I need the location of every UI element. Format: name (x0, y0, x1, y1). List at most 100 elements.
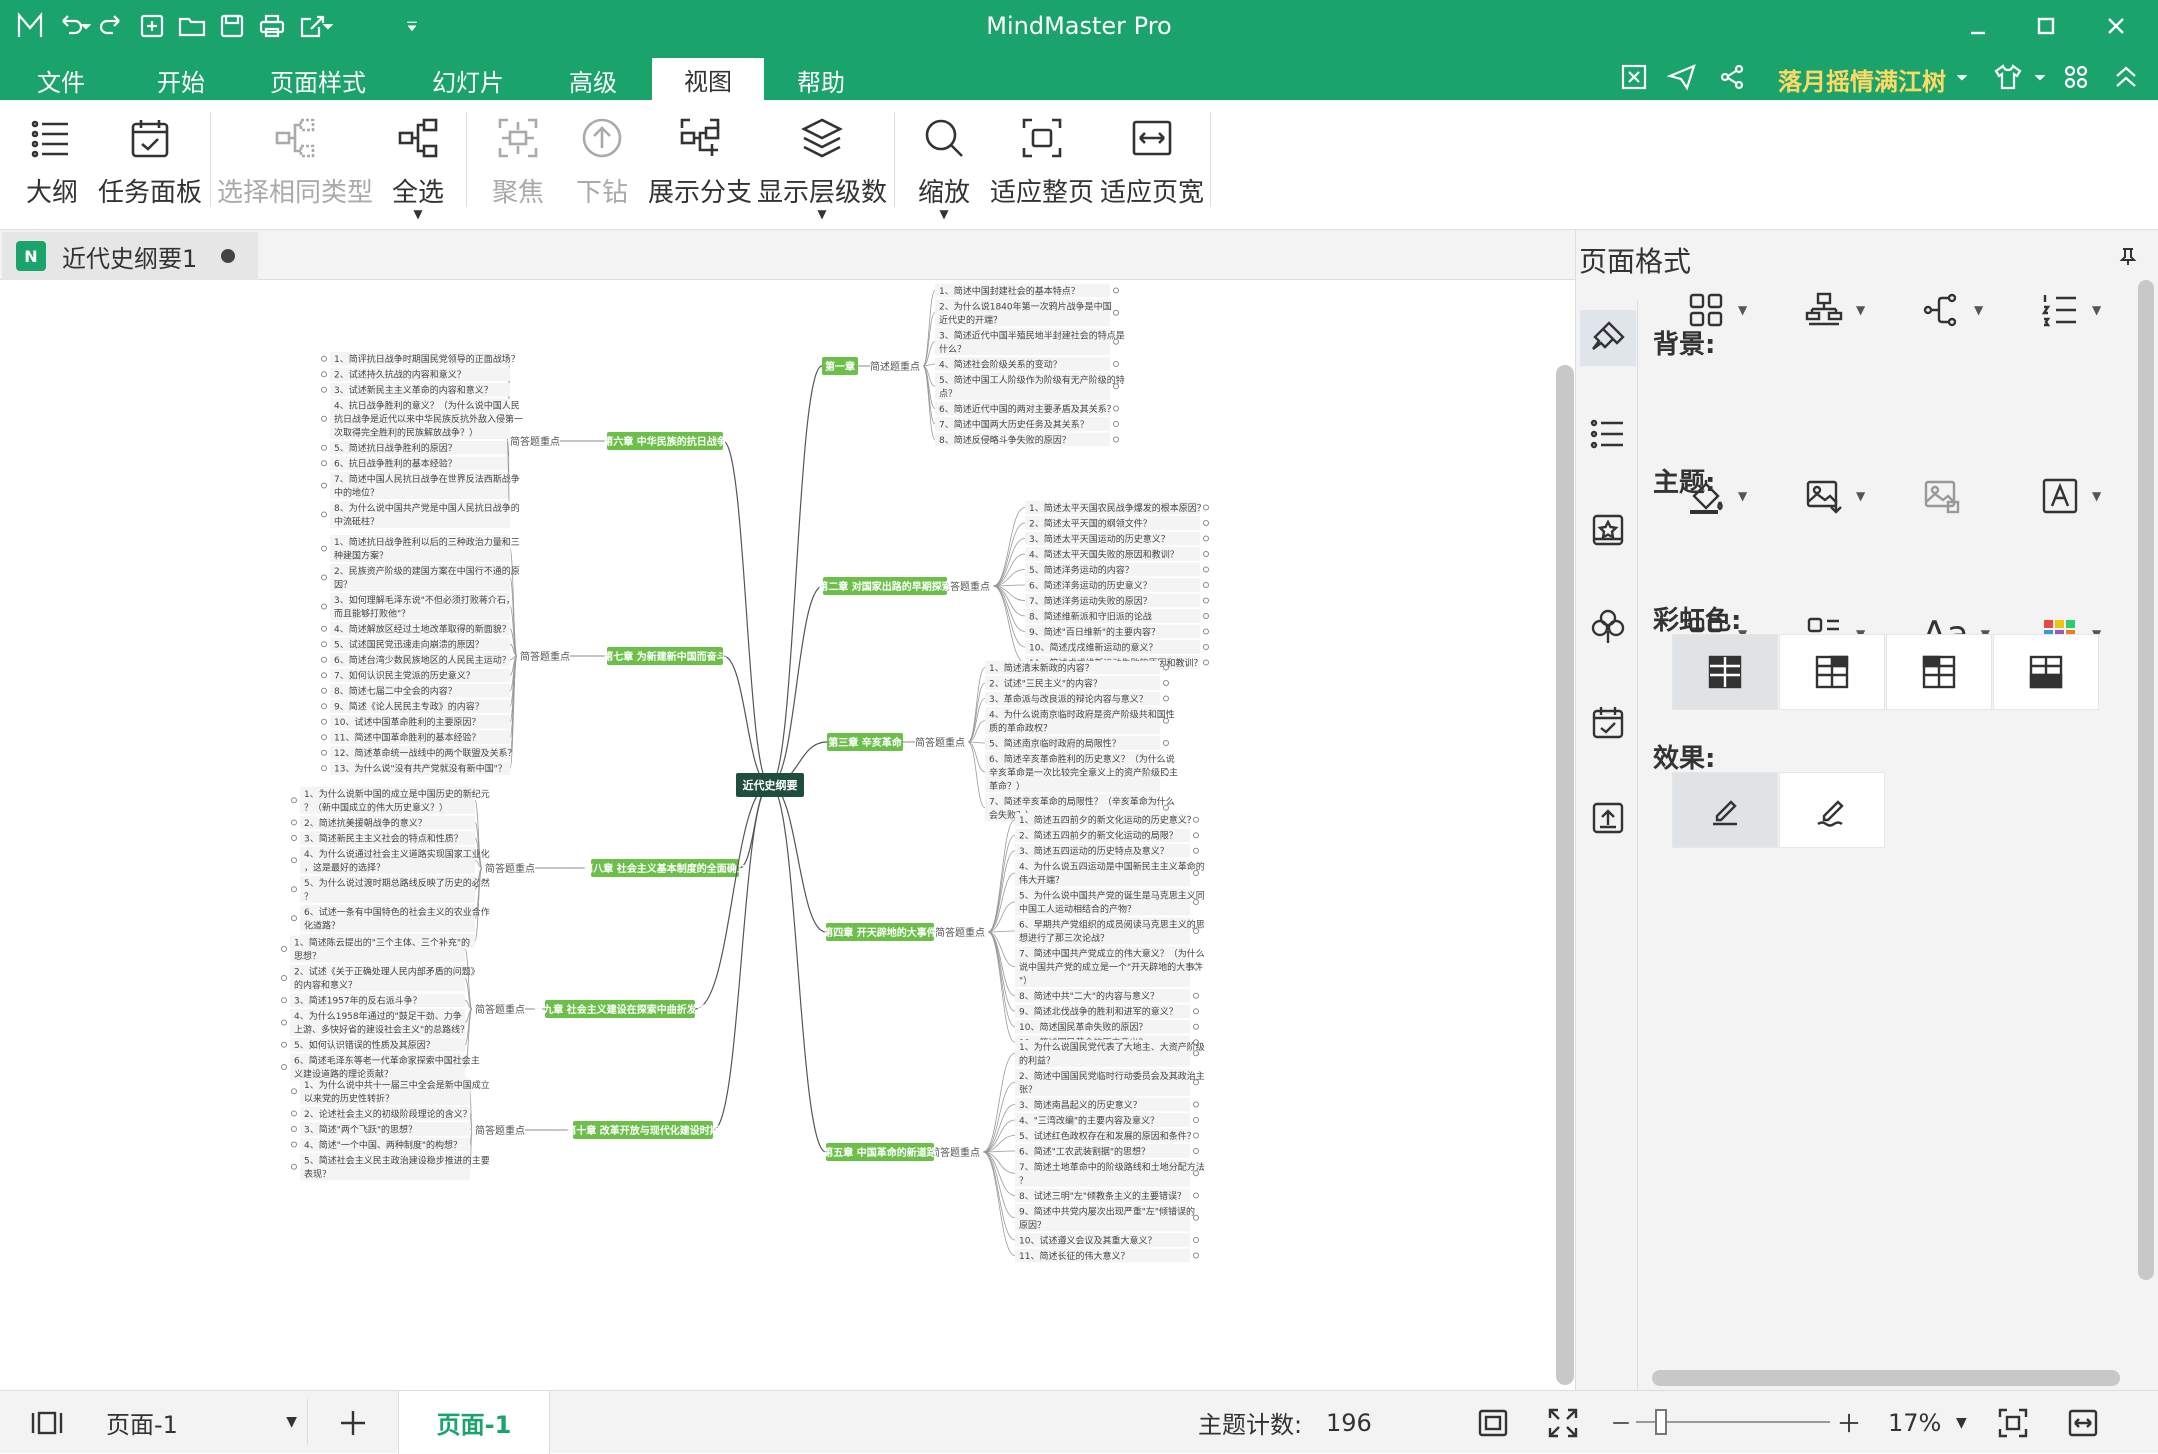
expand-handle-icon[interactable] (281, 1019, 287, 1026)
user-name[interactable]: 落月摇情满江树 (1778, 62, 1946, 97)
branch-topic[interactable]: 第七章 为新建新中国而奋斗 (603, 650, 726, 663)
leaf-topic[interactable]: 4、简述社会阶级关系的变动？ (939, 358, 1062, 370)
leaf-topic[interactable]: 5、简述抗日战争胜利的原因？ (334, 442, 457, 454)
sub-topic[interactable]: 简答题重点 (475, 1124, 525, 1137)
expand-handle-icon[interactable] (1193, 832, 1199, 839)
expand-handle-icon[interactable] (1203, 504, 1209, 511)
leaf-topic[interactable]: 6、简述毛泽东等老一代革命家探索中国社会主 (294, 1055, 480, 1067)
leaf-topic[interactable]: 6、抗日战争胜利的基本经验？ (334, 458, 457, 470)
leaf-topic[interactable]: 5、为什么说中国共产党的诞生是马克思主义同 (1019, 890, 1205, 902)
expand-handle-icon[interactable] (291, 915, 297, 922)
watermark-button[interactable]: ▼ (2040, 466, 2120, 526)
leaf-topic[interactable]: 的利益？ (1019, 1054, 1055, 1066)
leaf-topic[interactable]: 5、为什么说过渡时期总路线反映了历史的必然 (304, 877, 490, 889)
zoom-slider-thumb[interactable] (1655, 1409, 1667, 1435)
leaf-topic[interactable]: 6、简述"工农武装割据"的思想？ (1019, 1145, 1150, 1157)
redo-icon[interactable] (94, 8, 130, 44)
leaf-topic[interactable]: 6、简述洋务运动的历史意义？ (1029, 579, 1152, 591)
leaf-topic[interactable]: 中流砥柱？ (334, 516, 379, 528)
expand-handle-icon[interactable] (321, 355, 327, 362)
leaf-topic[interactable]: 1、简述中国封建社会的基本特点？ (939, 285, 1080, 297)
leaf-topic[interactable]: 3、简述南昌起义的历史意义？ (1019, 1099, 1142, 1111)
leaf-topic[interactable]: 革命？） (989, 780, 1025, 792)
fit-page-status-button[interactable] (1476, 1391, 1510, 1454)
close-button[interactable] (2086, 6, 2146, 46)
leaf-topic[interactable]: 原因？ (1019, 1220, 1046, 1231)
expand-handle-icon[interactable] (321, 482, 327, 489)
export-tab[interactable] (1580, 790, 1636, 846)
undo-dropdown-icon[interactable] (76, 8, 96, 44)
outline-button[interactable]: 大纲 (18, 110, 86, 220)
task-tab[interactable] (1580, 694, 1636, 750)
mindmap[interactable]: 1、简评抗日战争时期国民党领导的正面战场？ 2、试述持久抗战的内容和意义？ 3、试述… (0, 280, 1555, 1390)
menu-file[interactable]: 文件 (20, 60, 102, 100)
leaf-topic[interactable]: 2、简述五四前夕的新文化运动的局限？ (1019, 830, 1178, 842)
leaf-topic[interactable]: 11、简述长征的伟大意义？ (1019, 1250, 1129, 1262)
icons-tab[interactable] (1580, 502, 1636, 558)
leaf-topic[interactable]: 9、简述中共党内屡次出现严重"左"倾错误的 (1019, 1205, 1195, 1217)
leaf-topic[interactable]: 5、简述洋务运动的内容？ (1029, 564, 1134, 576)
expand-handle-icon[interactable] (281, 975, 287, 981)
leaf-topic[interactable]: 张？ (1019, 1084, 1037, 1095)
menu-advanced[interactable]: 高级 (552, 60, 634, 100)
unsaved-indicator-icon[interactable] (221, 249, 236, 263)
zoom-value[interactable]: 17% (1888, 1391, 1941, 1454)
zoom-in-button[interactable] (1836, 1391, 1862, 1454)
leaf-topic[interactable]: ，这是最好的选择？ (304, 861, 385, 873)
effect-option-1[interactable] (1672, 772, 1778, 848)
expand-handle-icon[interactable] (1113, 405, 1119, 412)
branch-topic[interactable]: 第三章 辛亥革命 (828, 736, 902, 749)
expand-handle-icon[interactable] (1113, 309, 1119, 316)
expand-handle-icon[interactable] (321, 460, 327, 467)
leaf-topic[interactable]: 1、为什么说国民党代表了大地主、大资产阶级 (1019, 1041, 1205, 1053)
expand-handle-icon[interactable] (1113, 361, 1119, 367)
leaf-topic[interactable]: ？（新中国成立的伟大历史意义？） (304, 801, 448, 813)
fit-screen-button[interactable] (1996, 1391, 2030, 1454)
leaf-topic[interactable]: 2、民族资产阶级的建国方案在中国行不通的原 (334, 565, 520, 577)
expand-handle-icon[interactable] (1203, 628, 1209, 635)
leaf-topic[interactable]: 1、简述陈云提出的"三个主体、三个补充"的 (294, 937, 470, 949)
expand-handle-icon[interactable] (1193, 992, 1199, 999)
leaf-topic[interactable]: 8、简述七届二中全会的内容？ (334, 685, 457, 697)
expand-handle-icon[interactable] (291, 857, 297, 864)
connector-button[interactable]: ▼ (1922, 280, 2002, 340)
expand-handle-icon[interactable] (281, 997, 287, 1004)
branch-topic[interactable]: 第六章 中华民族的抗日战争 (603, 435, 726, 448)
leaf-topic[interactable]: 3、简述1957年的反右派斗争？ (294, 995, 422, 1007)
expand-handle-icon[interactable] (1193, 1079, 1199, 1086)
expand-handle-icon[interactable] (1203, 644, 1209, 650)
leaf-topic[interactable]: 而且能够打败他"？ (334, 608, 410, 620)
expand-handle-icon[interactable] (321, 625, 327, 632)
leaf-topic[interactable]: 6、简述台湾少数民族地区的人民民主运动？ (334, 654, 511, 666)
leaf-topic[interactable]: 8、简述维新派和守旧派的论战 (1029, 610, 1152, 622)
open-icon[interactable] (174, 8, 210, 44)
expand-handle-icon[interactable] (291, 1163, 297, 1170)
sub-topic[interactable]: 简答题重点 (510, 435, 560, 448)
expand-handle-icon[interactable] (321, 545, 327, 552)
leaf-topic[interactable]: 3、简述五四运动的历史特点及意义？ (1019, 845, 1169, 857)
page-select[interactable]: 页面-1 ▼ (96, 1399, 308, 1445)
leaf-topic[interactable]: 4、简述"一个中国、两种制度"的构想？ (304, 1139, 462, 1151)
leaf-topic[interactable]: 表现？ (304, 1168, 331, 1180)
expand-handle-icon[interactable] (1193, 963, 1199, 970)
leaf-topic[interactable]: 8、试述三明"左"倾教条主义的主要错误？ (1019, 1190, 1186, 1202)
leaf-topic[interactable]: 辛亥革命是一次比较完全意义上的资产阶级民主 (989, 766, 1178, 778)
panel-vertical-scrollbar[interactable] (2138, 280, 2154, 1280)
expand-handle-icon[interactable] (281, 1041, 287, 1048)
canvas-vertical-scrollbar[interactable] (1556, 365, 1574, 1385)
expand-handle-icon[interactable] (321, 371, 327, 378)
leaf-topic[interactable]: 2、试述《关于正确处理人民内部矛盾的问题》 (294, 966, 480, 978)
branch-topic[interactable]: 第二章 对国家出路的早期探索 (818, 580, 951, 593)
leaf-topic[interactable]: 9、简述"百日维新"的主要内容？ (1029, 626, 1160, 638)
expand-handle-icon[interactable] (1163, 769, 1169, 775)
expand-handle-icon[interactable] (1193, 870, 1199, 876)
leaf-topic[interactable]: 1、简述清末新政的内容？ (989, 662, 1094, 674)
leaf-topic[interactable]: "） (1019, 976, 1032, 987)
task-panel-button[interactable]: 任务面板 (96, 110, 204, 220)
clear-background-button[interactable] (1922, 466, 2002, 526)
leaf-topic[interactable]: 5、简述社会主义民主政治建设稳步推进的主要 (304, 1154, 490, 1166)
leaf-topic[interactable]: 8、简述中共"二大"的内容与意义？ (1019, 990, 1159, 1002)
leaf-topic[interactable]: 7、简述中国共产党成立的伟大意义？（为什么 (1019, 948, 1205, 960)
add-page-button[interactable] (336, 1391, 370, 1454)
leaf-topic[interactable]: 3、如何理解毛泽东说"不但必须打败蒋介石， (334, 594, 515, 606)
